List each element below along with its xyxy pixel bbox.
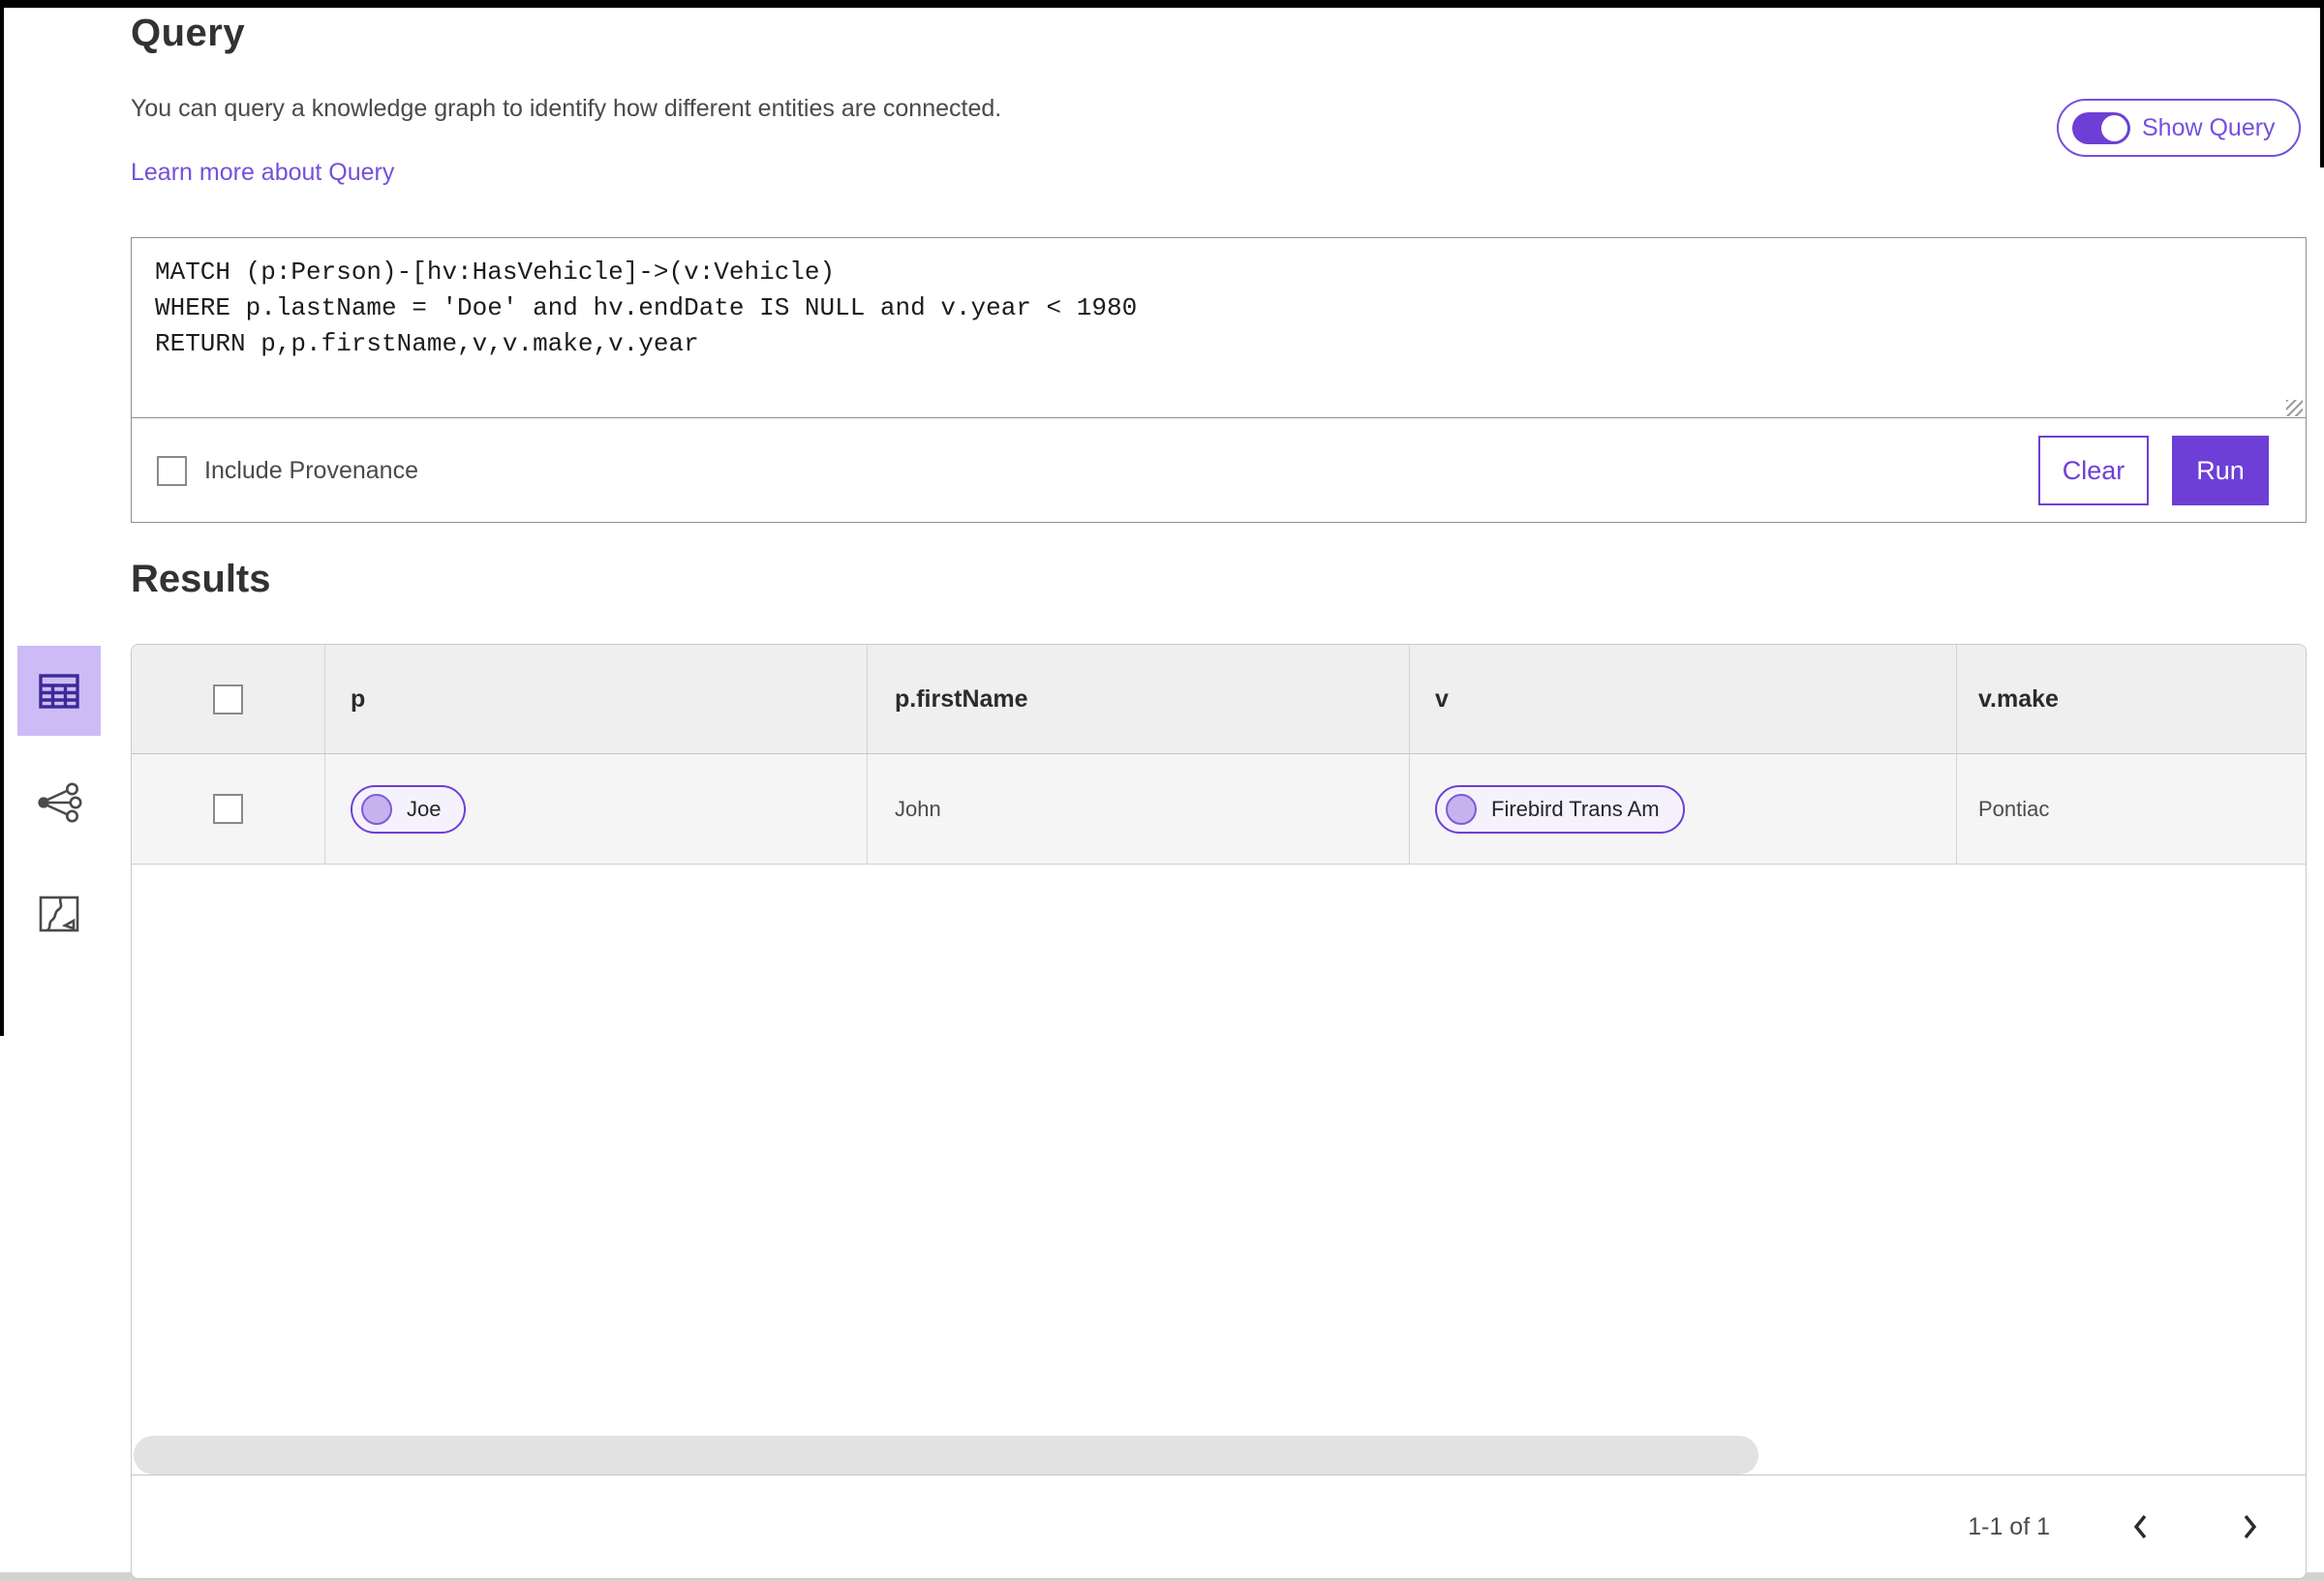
- table-header-row: p p.firstName v v.make: [132, 645, 2306, 754]
- column-label: v: [1435, 684, 1449, 713]
- row-cell-select: [132, 754, 325, 864]
- cell-value: Pontiac: [1978, 796, 2050, 821]
- cell-value: John: [895, 796, 941, 821]
- row-cell-p-firstname: John: [868, 754, 1410, 864]
- select-all-checkbox[interactable]: [213, 684, 243, 714]
- entity-pill-label: Joe: [407, 796, 442, 821]
- row-cell-p: Joe: [325, 754, 868, 864]
- pagination-bar: 1-1 of 1: [132, 1475, 2306, 1578]
- table-icon: [39, 673, 79, 709]
- chevron-right-icon: [2244, 1514, 2257, 1539]
- include-provenance-option[interactable]: Include Provenance: [157, 455, 418, 486]
- header-cell-v-make[interactable]: v.make: [1957, 645, 2306, 753]
- entity-pill-vehicle[interactable]: Firebird Trans Am: [1435, 784, 1685, 834]
- query-buttons: Clear Run: [2038, 436, 2269, 505]
- window-edge-left: [0, 8, 4, 1036]
- entity-dot-icon: [1446, 793, 1477, 825]
- run-button[interactable]: Run: [2172, 436, 2269, 505]
- learn-more-link[interactable]: Learn more about Query: [131, 159, 394, 187]
- results-table-panel: p p.firstName v v.make Joe John Firebird…: [131, 644, 2307, 1579]
- table-view-button[interactable]: [17, 646, 101, 736]
- entity-pill-label: Firebird Trans Am: [1491, 796, 1660, 821]
- column-label: v.make: [1978, 684, 2059, 713]
- window-edge-top: [0, 0, 2324, 8]
- show-query-toggle[interactable]: Show Query: [2057, 99, 2301, 157]
- previous-page-button[interactable]: [2124, 1507, 2158, 1546]
- chevron-left-icon: [2133, 1514, 2147, 1539]
- window-edge-right: [2320, 8, 2324, 167]
- header-cell-p-firstname[interactable]: p.firstName: [868, 645, 1410, 753]
- map-view-button[interactable]: [17, 868, 101, 958]
- link-chart-icon: [38, 782, 82, 822]
- include-provenance-label: Include Provenance: [204, 456, 418, 484]
- query-page: Query You can query a knowledge graph to…: [0, 0, 2324, 1581]
- column-label: p: [351, 684, 366, 713]
- row-cell-v: Firebird Trans Am: [1410, 754, 1957, 864]
- header-cell-select: [132, 645, 325, 753]
- table-row[interactable]: Joe John Firebird Trans Am Pontiac: [132, 754, 2306, 865]
- header-cell-p[interactable]: p: [325, 645, 868, 753]
- results-title: Results: [131, 558, 271, 600]
- map-icon: [39, 896, 79, 931]
- link-chart-view-button[interactable]: [17, 757, 101, 847]
- query-editor-panel: MATCH (p:Person)-[hv:HasVehicle]->(v:Veh…: [131, 237, 2307, 523]
- clear-button[interactable]: Clear: [2038, 436, 2149, 505]
- resize-grip-icon[interactable]: [2286, 400, 2303, 416]
- query-actions-row: Include Provenance Clear Run: [132, 419, 2306, 522]
- horizontal-scrollbar-thumb[interactable]: [134, 1436, 1758, 1475]
- page-title: Query: [131, 12, 246, 54]
- page-description: You can query a knowledge graph to ident…: [131, 95, 1002, 122]
- include-provenance-checkbox[interactable]: [157, 455, 187, 486]
- results-view-switcher: [17, 646, 101, 958]
- row-cell-v-make: Pontiac: [1957, 754, 2306, 864]
- row-checkbox[interactable]: [213, 794, 243, 824]
- pagination-range-label: 1-1 of 1: [1968, 1512, 2050, 1540]
- show-query-label: Show Query: [2142, 113, 2276, 141]
- toggle-knob: [2101, 114, 2127, 141]
- entity-pill-person[interactable]: Joe: [351, 784, 467, 834]
- next-page-button[interactable]: [2232, 1507, 2267, 1546]
- horizontal-scrollbar: [133, 1435, 2305, 1475]
- toggle-switch-icon[interactable]: [2072, 111, 2130, 144]
- column-label: p.firstName: [895, 684, 1028, 713]
- entity-dot-icon: [361, 793, 392, 825]
- header-cell-v[interactable]: v: [1410, 645, 1957, 753]
- query-input[interactable]: MATCH (p:Person)-[hv:HasVehicle]->(v:Veh…: [132, 238, 2306, 418]
